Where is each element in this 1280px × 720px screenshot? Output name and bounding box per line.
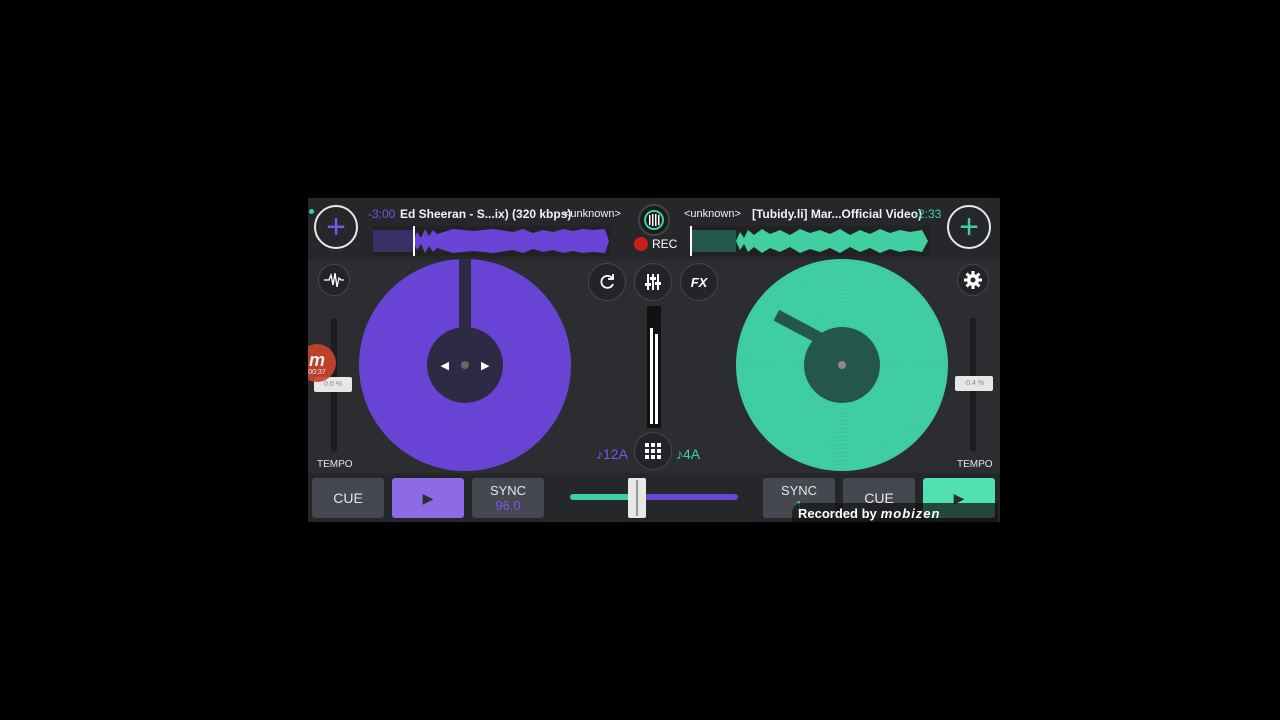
deck-a-tempo-label: TEMPO (317, 459, 353, 470)
mobizen-logo-icon: m (308, 349, 325, 370)
equalizer-icon (645, 274, 661, 290)
fx-button[interactable]: FX (680, 263, 718, 301)
grid-icon (645, 443, 661, 459)
vinyl-logo-graphic (644, 210, 664, 230)
deck-b-platter[interactable] (736, 259, 948, 471)
deck-a-bpm: 96.0 (495, 498, 521, 513)
plus-icon: + (959, 208, 979, 246)
deck-b-key[interactable]: ♪4A (676, 446, 700, 462)
nudge-left-icon[interactable]: ◀ (441, 359, 449, 372)
deck-b-time: -2:33 (914, 207, 942, 221)
deck-b-tempo-label: TEMPO (957, 459, 993, 470)
waveform-icon (324, 273, 344, 287)
deck-b-track-title: [Tubidy.li] Mar...Official Video) (752, 207, 923, 221)
deck-a-play-button[interactable]: ▶ (392, 478, 464, 518)
vu-meter-level-left (650, 328, 653, 424)
deck-a-platter[interactable]: ◀ ▶ (359, 259, 571, 471)
spindle-dot-icon (461, 361, 469, 369)
deck-a-platter-marker (459, 259, 471, 329)
deck-a-waveform-graphic (373, 226, 609, 256)
crossfader-handle[interactable] (628, 478, 646, 518)
pads-grid-button[interactable] (634, 432, 672, 470)
crossfader-handle-line (636, 480, 638, 516)
settings-button[interactable] (957, 264, 989, 296)
deck-a-track-title: Ed Sheeran - S...ix) (320 kbps) (400, 207, 572, 221)
deck-b-waveform-graphic (690, 226, 928, 256)
deck-a-waveform[interactable] (373, 226, 611, 256)
deck-b-tempo-value: -0.4 % (963, 380, 985, 387)
app-logo-icon[interactable] (638, 204, 670, 236)
sync-loop-button[interactable] (588, 263, 626, 301)
rec-label: REC (652, 237, 678, 251)
deck-a-add-track-button[interactable]: + (314, 205, 358, 249)
play-icon: ▶ (422, 489, 434, 506)
deck-a-tempo-value: 0.0 % (324, 381, 342, 388)
plus-icon: + (326, 208, 346, 246)
deck-a-cue-label: CUE (333, 490, 363, 506)
deck-a-sync-button[interactable]: SYNC 96.0 (472, 478, 544, 518)
waveform-view-button[interactable] (318, 264, 350, 296)
crossfader-track[interactable] (570, 494, 738, 500)
deck-b-platter-center (804, 327, 880, 403)
deck-b-tempo-slider[interactable]: -0.4 % (955, 376, 993, 391)
dj-app: + -3:00 Ed Sheeran - S...ix) (320 kbps) … (308, 198, 1000, 522)
deck-b-artist: <unknown> (684, 208, 741, 220)
vu-meter-level-right (655, 334, 658, 424)
fx-label: FX (690, 274, 708, 290)
refresh-icon (600, 274, 614, 289)
recorded-by-label: Recorded by (798, 505, 877, 521)
vu-meter (647, 306, 661, 428)
spindle-dot-icon (838, 361, 846, 369)
deck-a-key[interactable]: ♪12A (596, 446, 628, 462)
mobizen-brand-logo: mobizen (880, 505, 941, 521)
deck-a-sync-label: SYNC (489, 483, 527, 498)
deck-a-cue-button[interactable]: CUE (312, 478, 384, 518)
mixer-button[interactable] (634, 263, 672, 301)
nudge-right-icon[interactable]: ▶ (481, 359, 489, 372)
deck-b-sync-label: SYNC (780, 483, 818, 498)
status-dot (309, 209, 314, 214)
deck-b-add-track-button[interactable]: + (947, 205, 991, 249)
rec-button[interactable]: REC (634, 237, 677, 251)
gear-icon (964, 271, 982, 289)
deck-b-waveform[interactable] (690, 226, 930, 256)
recorded-by-watermark: Recorded by mobizen (792, 503, 998, 522)
deck-a-time: -3:00 (368, 207, 396, 221)
deck-a-platter-center: ◀ ▶ (427, 327, 503, 403)
mobizen-record-time: 00:37 (308, 368, 326, 376)
deck-a-artist: <unknown> (564, 208, 621, 220)
record-dot-icon (634, 237, 648, 251)
